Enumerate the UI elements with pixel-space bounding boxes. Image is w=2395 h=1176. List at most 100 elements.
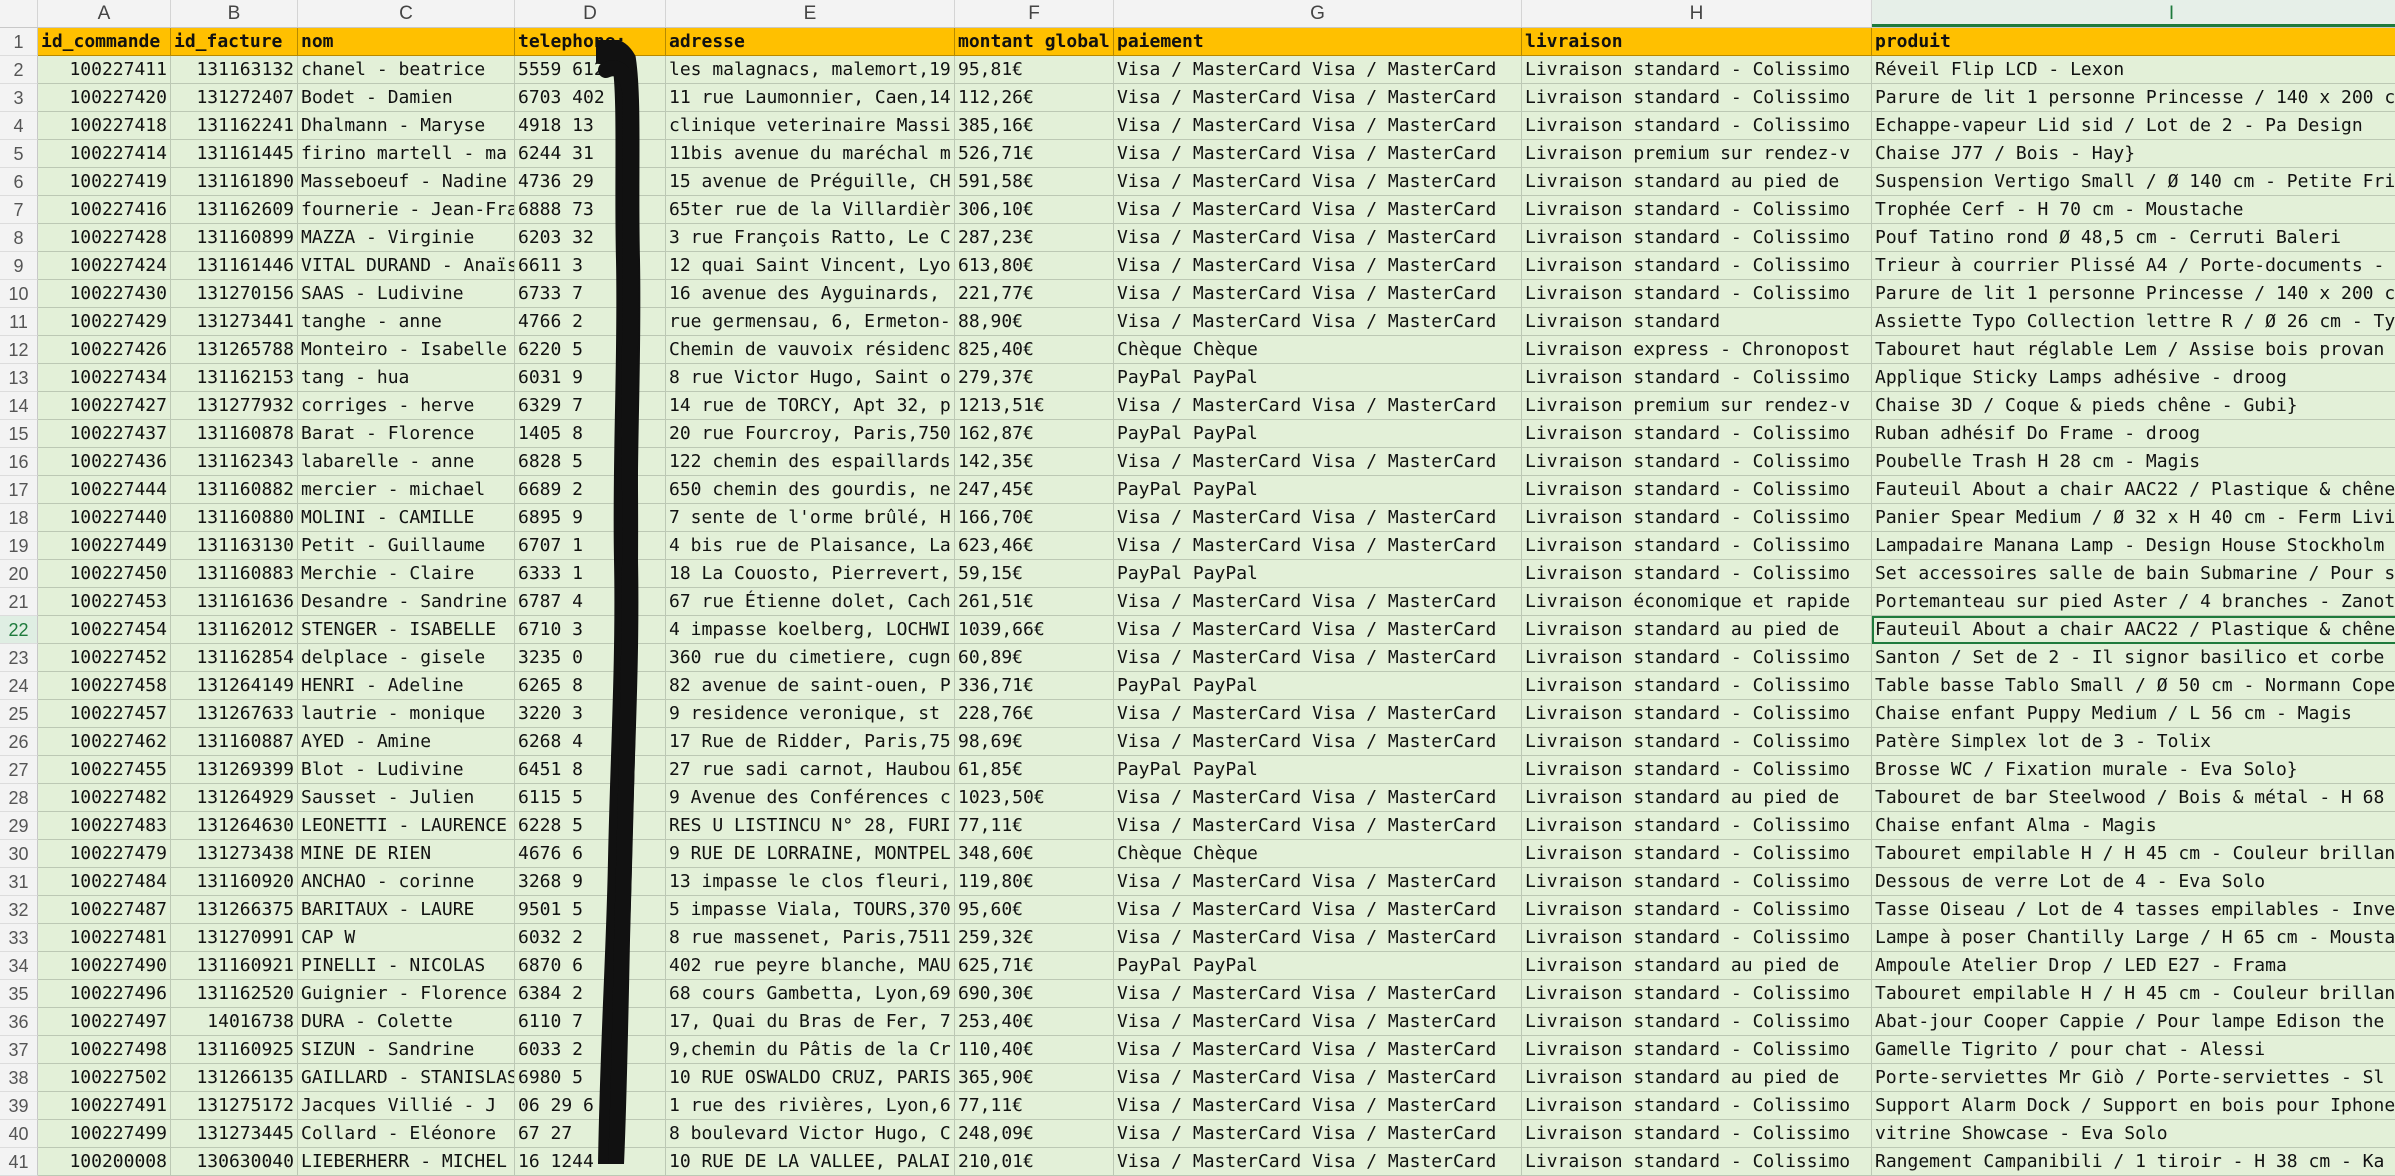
row-number[interactable]: 17 xyxy=(0,476,38,504)
table-cell[interactable]: Visa / MasterCard Visa / MasterCard xyxy=(1114,1120,1522,1148)
table-cell[interactable]: Poubelle Trash H 28 cm - Magis xyxy=(1872,448,2395,476)
table-cell[interactable]: Visa / MasterCard Visa / MasterCard xyxy=(1114,1092,1522,1120)
table-cell[interactable]: Visa / MasterCard Visa / MasterCard xyxy=(1114,532,1522,560)
table-cell[interactable]: 385,16€ xyxy=(955,112,1114,140)
table-cell[interactable]: Abat-jour Cooper Cappie / Pour lampe Edi… xyxy=(1872,1008,2395,1036)
table-cell[interactable]: 8 rue massenet, Paris,7511 xyxy=(666,924,955,952)
table-cell[interactable]: 14016738 xyxy=(171,1008,298,1036)
table-cell[interactable]: Suspension Vertigo Small / Ø 140 cm - Pe… xyxy=(1872,168,2395,196)
table-cell[interactable]: les malagnacs, malemort,19 xyxy=(666,56,955,84)
table-cell[interactable]: 100227452 xyxy=(38,644,171,672)
row-number[interactable]: 26 xyxy=(0,728,38,756)
table-cell[interactable]: 248,09€ xyxy=(955,1120,1114,1148)
row-number[interactable]: 3 xyxy=(0,84,38,112)
table-cell[interactable]: Desandre - Sandrine xyxy=(298,588,515,616)
table-cell[interactable]: 17, Quai du Bras de Fer, 7 xyxy=(666,1008,955,1036)
table-cell[interactable]: 142,35€ xyxy=(955,448,1114,476)
table-cell[interactable]: Livraison standard - Colissimo xyxy=(1522,644,1872,672)
table-cell[interactable]: 6710 3 xyxy=(515,616,666,644)
table-cell[interactable]: 253,40€ xyxy=(955,1008,1114,1036)
table-cell[interactable]: 27 rue sadi carnot, Haubou xyxy=(666,756,955,784)
table-cell[interactable]: 623,46€ xyxy=(955,532,1114,560)
table-cell[interactable]: Livraison standard - Colissimo xyxy=(1522,56,1872,84)
header-cell[interactable]: montant global xyxy=(955,28,1114,56)
table-cell[interactable]: SAAS - Ludivine xyxy=(298,280,515,308)
table-cell[interactable]: Support Alarm Dock / Support en bois pou… xyxy=(1872,1092,2395,1120)
table-cell[interactable]: 9 Avenue des Conférences c xyxy=(666,784,955,812)
table-cell[interactable]: 287,23€ xyxy=(955,224,1114,252)
table-cell[interactable]: 131160921 xyxy=(171,952,298,980)
table-cell[interactable]: tang - hua xyxy=(298,364,515,392)
table-cell[interactable]: corriges - herve xyxy=(298,392,515,420)
table-cell[interactable]: 131162153 xyxy=(171,364,298,392)
table-cell[interactable]: 6228 5 xyxy=(515,812,666,840)
table-cell[interactable]: Collard - Eléonore xyxy=(298,1120,515,1148)
table-cell[interactable]: Blot - Ludivine xyxy=(298,756,515,784)
table-cell[interactable]: Livraison standard - Colissimo xyxy=(1522,1092,1872,1120)
table-cell[interactable]: Livraison standard - Colissimo xyxy=(1522,1036,1872,1064)
table-cell[interactable]: 306,10€ xyxy=(955,196,1114,224)
table-cell[interactable]: 100227502 xyxy=(38,1064,171,1092)
table-cell[interactable]: delplace - gisele xyxy=(298,644,515,672)
table-cell[interactable]: 6265 8 xyxy=(515,672,666,700)
table-cell[interactable]: 100227481 xyxy=(38,924,171,952)
table-cell[interactable]: 6033 2 xyxy=(515,1036,666,1064)
table-cell[interactable]: Livraison économique et rapide xyxy=(1522,588,1872,616)
table-cell[interactable]: 5559 612 xyxy=(515,56,666,84)
table-cell[interactable]: 100227444 xyxy=(38,476,171,504)
table-cell[interactable]: 100227457 xyxy=(38,700,171,728)
table-cell[interactable]: 100227437 xyxy=(38,420,171,448)
table-cell[interactable]: Santon / Set de 2 - Il signor basilico e… xyxy=(1872,644,2395,672)
row-number[interactable]: 22 xyxy=(0,616,38,644)
table-cell[interactable]: Barat - Florence xyxy=(298,420,515,448)
table-cell[interactable]: Livraison standard - Colissimo xyxy=(1522,84,1872,112)
table-cell[interactable]: Lampadaire Manana Lamp - Design House St… xyxy=(1872,532,2395,560)
table-cell[interactable]: Ruban adhésif Do Frame - droog xyxy=(1872,420,2395,448)
table-cell[interactable]: tanghe - anne xyxy=(298,308,515,336)
table-cell[interactable]: PayPal PayPal xyxy=(1114,476,1522,504)
table-cell[interactable]: Livraison standard - Colissimo xyxy=(1522,672,1872,700)
table-cell[interactable]: 11bis avenue du maréchal m xyxy=(666,140,955,168)
table-cell[interactable]: GAILLARD - STANISLAS xyxy=(298,1064,515,1092)
table-cell[interactable]: Visa / MasterCard Visa / MasterCard xyxy=(1114,812,1522,840)
table-cell[interactable]: Chaise enfant Alma - Magis xyxy=(1872,812,2395,840)
table-cell[interactable]: Livraison standard - Colissimo xyxy=(1522,896,1872,924)
table-cell[interactable]: Chemin de vauvoix résidenc xyxy=(666,336,955,364)
header-cell[interactable]: nom xyxy=(298,28,515,56)
table-cell[interactable]: 131161636 xyxy=(171,588,298,616)
table-cell[interactable]: 131161445 xyxy=(171,140,298,168)
table-cell[interactable]: Chaise enfant Puppy Medium / L 56 cm - M… xyxy=(1872,700,2395,728)
table-cell[interactable]: 100227424 xyxy=(38,252,171,280)
table-cell[interactable]: Visa / MasterCard Visa / MasterCard xyxy=(1114,1148,1522,1176)
table-cell[interactable]: Fauteuil About a chair AAC22 / Plastique… xyxy=(1872,616,2395,644)
table-cell[interactable]: 6268 4 xyxy=(515,728,666,756)
header-cell[interactable]: id_commande xyxy=(38,28,171,56)
table-cell[interactable]: 88,90€ xyxy=(955,308,1114,336)
table-cell[interactable]: 6611 3 xyxy=(515,252,666,280)
table-cell[interactable]: 68 cours Gambetta, Lyon,69 xyxy=(666,980,955,1008)
table-cell[interactable]: Fauteuil About a chair AAC22 / Plastique… xyxy=(1872,476,2395,504)
table-cell[interactable]: ANCHAO - corinne xyxy=(298,868,515,896)
table-cell[interactable]: Masseboeuf - Nadine xyxy=(298,168,515,196)
table-cell[interactable]: 336,71€ xyxy=(955,672,1114,700)
table-cell[interactable]: 4 bis rue de Plaisance, La xyxy=(666,532,955,560)
table-cell[interactable]: 131160882 xyxy=(171,476,298,504)
table-cell[interactable]: 06 29 6 28 xyxy=(515,1092,666,1120)
table-cell[interactable]: 131160883 xyxy=(171,560,298,588)
table-cell[interactable]: chanel - beatrice xyxy=(298,56,515,84)
table-cell[interactable]: 10 RUE OSWALDO CRUZ, PARIS xyxy=(666,1064,955,1092)
table-cell[interactable]: 131264929 xyxy=(171,784,298,812)
row-number[interactable]: 14 xyxy=(0,392,38,420)
row-number[interactable]: 38 xyxy=(0,1064,38,1092)
table-cell[interactable]: PINELLI - NICOLAS xyxy=(298,952,515,980)
table-cell[interactable]: Tabouret empilable H / H 45 cm - Couleur… xyxy=(1872,840,2395,868)
table-cell[interactable]: Livraison standard au pied de xyxy=(1522,952,1872,980)
table-cell[interactable]: Assiette Typo Collection lettre R / Ø 26… xyxy=(1872,308,2395,336)
table-cell[interactable]: Visa / MasterCard Visa / MasterCard xyxy=(1114,1064,1522,1092)
table-cell[interactable]: 131270991 xyxy=(171,924,298,952)
table-cell[interactable]: Livraison standard - Colissimo xyxy=(1522,476,1872,504)
table-cell[interactable]: 131265788 xyxy=(171,336,298,364)
table-cell[interactable]: Visa / MasterCard Visa / MasterCard xyxy=(1114,784,1522,812)
column-header-c[interactable]: C xyxy=(298,0,515,27)
table-cell[interactable]: 6733 7 xyxy=(515,280,666,308)
